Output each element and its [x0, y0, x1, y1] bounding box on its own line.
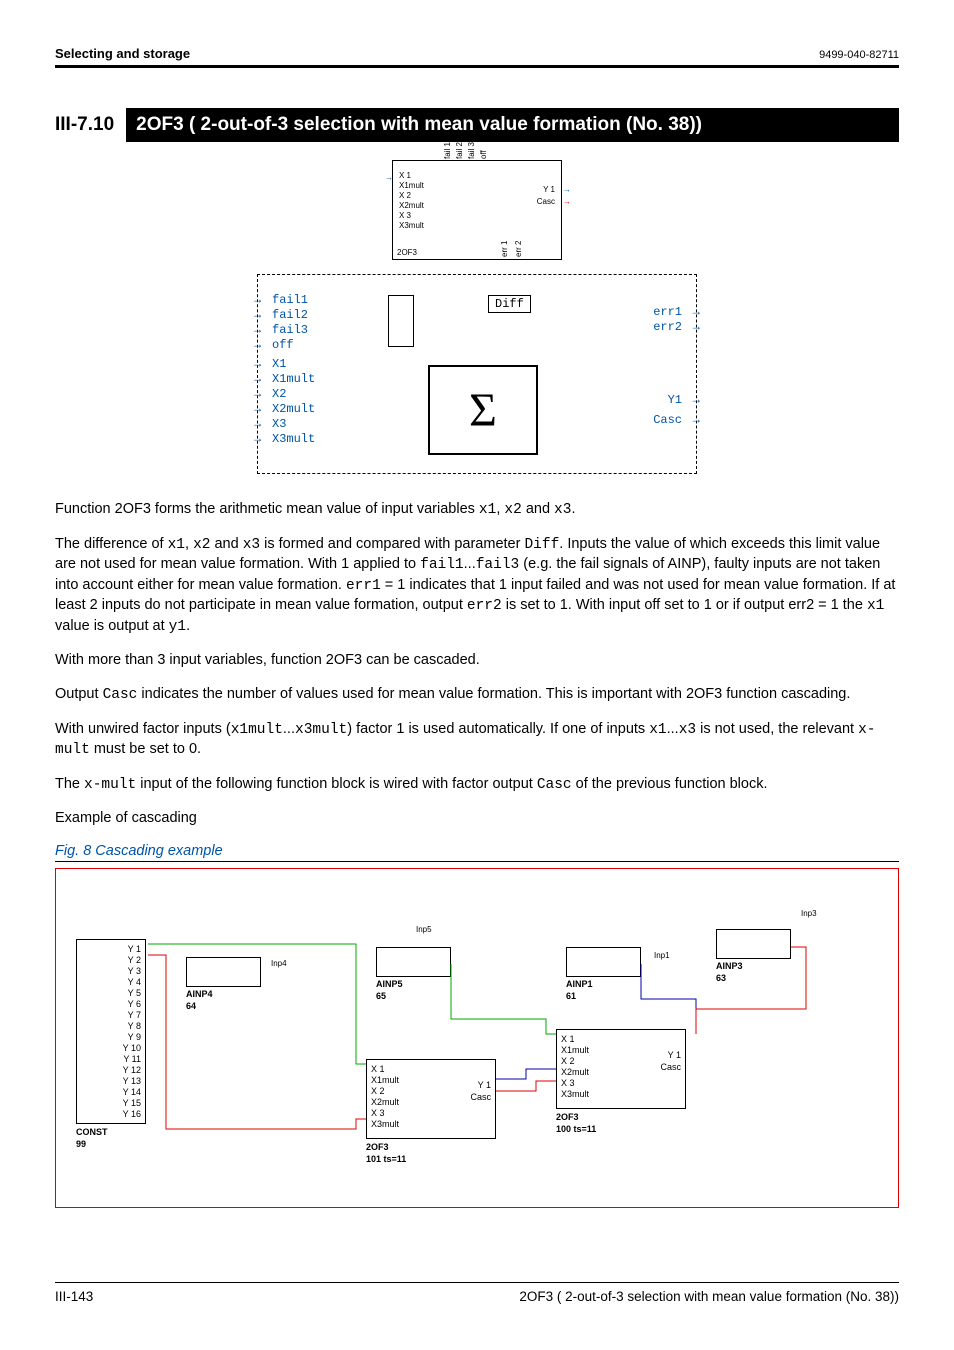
fig8-rule	[55, 861, 899, 862]
section-heading: III-7.10 2OF3 ( 2-out-of-3 selection wit…	[55, 108, 899, 142]
in-x2mult: X2mult	[399, 201, 424, 210]
li-fail2: fail2	[272, 308, 308, 322]
code-y1: y1	[169, 619, 186, 635]
ro-y1: Y1	[668, 393, 682, 407]
diagram-area: → X 1 X1mult X 2 X2mult X 3 X3mult fail …	[55, 160, 899, 474]
t: value is output at	[55, 618, 169, 634]
t: must be set to 0.	[90, 741, 201, 757]
sigma-box: Σ	[428, 365, 538, 455]
fig8-diagram: Y 1 Y 2 Y 3 Y 4 Y 5 Y 6 Y 7 Y 8 Y 9 Y 10…	[55, 868, 899, 1208]
code-fail3: fail3	[476, 557, 520, 573]
code-x1: x1	[867, 598, 884, 614]
in-x3mult: X3mult	[399, 221, 424, 230]
t: The	[55, 776, 84, 792]
t: ...	[667, 721, 679, 737]
t: is not used, the relevant	[696, 721, 858, 737]
out-err2: err 2	[514, 241, 523, 257]
t: .	[186, 618, 190, 634]
t: Output	[55, 686, 103, 702]
top-fail2: fail 2	[455, 142, 464, 159]
t: indicates the number of values used for …	[137, 686, 850, 702]
top-fail1: fail 1	[443, 142, 452, 159]
block-2of3-internal: fail1 fail2 fail3 off X1 X1mult X2 X2mul…	[257, 274, 697, 474]
code-x1mult: x1mult	[231, 722, 283, 738]
code-casc: Casc	[537, 777, 572, 793]
para-3: With more than 3 input variables, functi…	[55, 651, 899, 671]
code-x1: x1	[479, 502, 496, 518]
header-right: 9499-040-82711	[819, 49, 899, 61]
code-x3: x3	[554, 502, 571, 518]
para-7: Example of cascading	[55, 809, 899, 829]
block-name: 2OF3	[397, 248, 417, 257]
fig8-wires	[56, 869, 898, 1207]
header-rule	[55, 65, 899, 68]
code-err1: err1	[346, 578, 381, 594]
in-x2: X 2	[399, 191, 411, 200]
or-gate	[388, 295, 414, 347]
t: ) factor 1 is used automatically. If one…	[347, 721, 649, 737]
li-x2: X2	[272, 387, 286, 401]
diff-box: Diff	[488, 295, 531, 313]
in-x1mult: X1mult	[399, 181, 424, 190]
code-casc: Casc	[103, 687, 138, 703]
t: of the previous function block.	[572, 776, 768, 792]
para-4: Output Casc indicates the number of valu…	[55, 685, 899, 706]
footer-rule	[55, 1282, 899, 1283]
t: input of the following function block is…	[136, 776, 537, 792]
code-xmult: x-mult	[84, 777, 136, 793]
t: is set to 1. With input off set to 1 or …	[502, 597, 867, 613]
para-5: With unwired factor inputs (x1mult...x3m…	[55, 720, 899, 761]
li-fail3: fail3	[272, 323, 308, 337]
code-x3: x3	[243, 537, 260, 553]
code-x1: x1	[168, 537, 185, 553]
out-y1: Y 1	[543, 185, 555, 194]
code-err2: err2	[467, 598, 502, 614]
li-x1mult: X1mult	[272, 372, 315, 386]
t: ...	[283, 721, 295, 737]
t: ,	[185, 536, 193, 552]
code-diff: Diff	[524, 537, 559, 553]
t: and	[522, 501, 554, 517]
block-2of3-small: → X 1 X1mult X 2 X2mult X 3 X3mult fail …	[392, 160, 562, 260]
in-x1: X 1	[399, 171, 411, 180]
top-off: off	[479, 150, 488, 159]
ro-casc: Casc	[653, 413, 682, 427]
footer-left: III-143	[55, 1289, 93, 1304]
header-left: Selecting and storage	[55, 46, 190, 61]
out-casc: Casc	[537, 197, 555, 206]
fig8-caption: Fig. 8 Cascading example	[55, 843, 899, 859]
t: With unwired factor inputs (	[55, 721, 231, 737]
footer-right: 2OF3 ( 2-out-of-3 selection with mean va…	[519, 1289, 899, 1304]
top-fail3: fail 3	[467, 142, 476, 159]
code-x2: x2	[504, 502, 521, 518]
code-fail1: fail1	[420, 557, 464, 573]
li-x2mult: X2mult	[272, 402, 315, 416]
section-number: III-7.10	[55, 108, 126, 142]
t: .	[571, 501, 575, 517]
para-1: Function 2OF3 forms the arithmetic mean …	[55, 500, 899, 521]
code-x1: x1	[649, 722, 666, 738]
page-footer: III-143 2OF3 ( 2-out-of-3 selection with…	[55, 1282, 899, 1304]
page-header: Selecting and storage 9499-040-82711	[55, 46, 899, 65]
li-fail1: fail1	[272, 293, 308, 307]
li-off: off	[272, 338, 294, 352]
li-x3mult: X3mult	[272, 432, 315, 446]
para-2: The difference of x1, x2 and x3 is forme…	[55, 535, 899, 638]
t: and	[210, 536, 242, 552]
li-x3: X3	[272, 417, 286, 431]
t: Function 2OF3 forms the arithmetic mean …	[55, 501, 479, 517]
section-title: 2OF3 ( 2-out-of-3 selection with mean va…	[126, 108, 899, 142]
para-6: The x-mult input of the following functi…	[55, 775, 899, 796]
ro-err2: err2	[653, 320, 682, 334]
t: is formed and compared with parameter	[260, 536, 524, 552]
ro-err1: err1	[653, 305, 682, 319]
in-x3: X 3	[399, 211, 411, 220]
code-x3mult: x3mult	[295, 722, 347, 738]
code-x3: x3	[679, 722, 696, 738]
out-err1: err 1	[500, 241, 509, 257]
code-x2: x2	[193, 537, 210, 553]
t: ...	[464, 556, 476, 572]
t: The difference of	[55, 536, 168, 552]
li-x1: X1	[272, 357, 286, 371]
